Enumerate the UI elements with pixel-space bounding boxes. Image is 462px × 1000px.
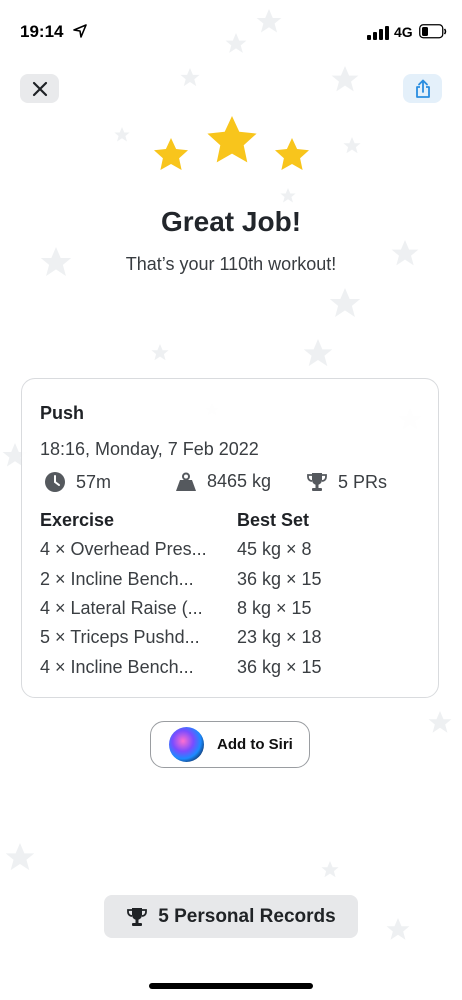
volume-stat: 8465 kg	[175, 471, 271, 492]
best-set-column-header: Best Set	[237, 510, 310, 530]
exercise-column-header: Exercise	[40, 510, 115, 530]
close-button[interactable]	[20, 74, 59, 103]
network-type: 4G	[394, 24, 413, 40]
duration-value: 57m	[76, 471, 112, 492]
rating-stars	[154, 116, 309, 170]
trophy-icon	[307, 473, 327, 491]
workout-count-subtitle: That’s your 110th workout!	[125, 254, 337, 274]
prs-stat: 5 PRs	[306, 471, 387, 493]
location-arrow-icon	[73, 24, 87, 38]
workout-date: 18:16, Monday, 7 Feb 2022	[40, 439, 259, 459]
prs-value: 5 PRs	[338, 471, 388, 492]
exercise-row-best-set: 45 kg × 8	[237, 539, 312, 559]
exercise-row-name: 2 × Incline Bench...	[40, 569, 194, 589]
share-icon	[415, 79, 430, 98]
add-to-siri-label: Add to Siri	[217, 736, 293, 753]
weight-icon	[176, 472, 196, 491]
exercise-row-best-set: 8 kg × 15	[237, 598, 312, 618]
workout-summary-card[interactable]: Push 18:16, Monday, 7 Feb 2022 57m 8465 …	[21, 378, 439, 698]
duration-stat: 57m	[44, 471, 111, 493]
exercise-row-name: 4 × Overhead Pres...	[40, 539, 207, 559]
share-button[interactable]	[403, 74, 442, 103]
add-to-siri-button[interactable]: Add to Siri	[150, 721, 310, 768]
exercise-row-best-set: 36 kg × 15	[237, 569, 322, 589]
close-icon	[32, 81, 47, 96]
exercise-row-name: 5 × Triceps Pushd...	[40, 627, 200, 647]
exercise-row-name: 4 × Incline Bench...	[40, 657, 194, 677]
siri-icon	[169, 727, 204, 762]
cellular-signal-icon	[367, 26, 389, 40]
star-icon	[207, 116, 257, 163]
battery-icon	[419, 24, 447, 39]
exercise-row-best-set: 23 kg × 18	[237, 627, 322, 647]
personal-records-button[interactable]: 5 Personal Records	[104, 895, 358, 938]
status-bar: 19:14 4G	[0, 0, 462, 64]
workout-name: Push	[40, 403, 85, 423]
volume-value: 8465 kg	[207, 471, 272, 491]
home-indicator[interactable]	[149, 983, 313, 989]
star-icon	[275, 138, 309, 170]
page-title: Great Job!	[160, 206, 302, 237]
star-icon	[154, 138, 188, 170]
clock-icon	[45, 472, 65, 492]
exercise-row-best-set: 36 kg × 15	[237, 657, 322, 677]
personal-records-label: 5 Personal Records	[158, 905, 336, 927]
exercise-row-name: 4 × Lateral Raise (...	[40, 598, 203, 618]
trophy-icon	[127, 907, 148, 926]
status-time: 19:14	[20, 22, 64, 41]
